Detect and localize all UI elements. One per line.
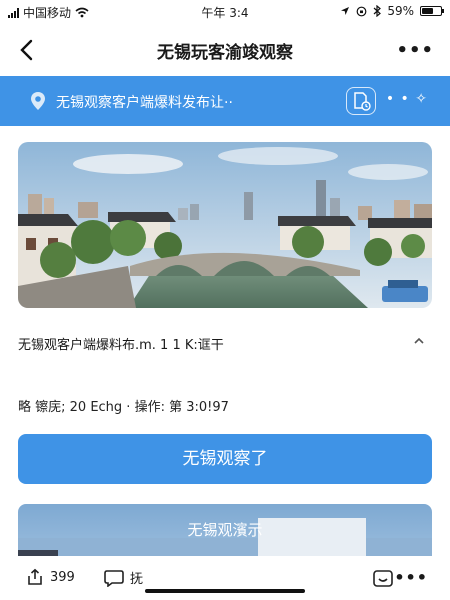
chevron-up-icon[interactable]	[412, 334, 426, 348]
announcement-banner[interactable]: 无锡观察客户端爆料发布让·· • • ✧	[0, 76, 450, 126]
bottom-more-button[interactable]: •••	[394, 568, 428, 587]
bottom-toolbar: 399 抚 •••	[0, 556, 450, 600]
home-indicator	[145, 589, 305, 593]
article-info: 无锡观客户端爆料布.m. 1 1 K:诓干	[18, 338, 224, 353]
banner-text: 无锡观察客户端爆料发布让··	[56, 95, 233, 111]
document-clock-icon	[354, 92, 371, 111]
share-icon	[28, 568, 42, 585]
status-right: 59%	[340, 4, 444, 18]
article-meta: 略 镲庑; 20 Echg · 操作: 第 3:0!97	[18, 400, 229, 415]
comment-label: 抚	[130, 572, 144, 587]
banner-action-button[interactable]	[346, 87, 376, 115]
bluetooth-icon	[373, 5, 382, 17]
status-bar: 中国移动 午年 3:4 59%	[0, 0, 450, 24]
share-button[interactable]: 399	[26, 568, 75, 586]
comment-icon	[104, 569, 124, 587]
share-count: 399	[50, 569, 75, 585]
location-pin-icon	[31, 92, 45, 110]
battery-icon	[420, 6, 444, 16]
location-arrow-icon	[341, 7, 350, 15]
nav-bar: 无锡玩客渝竣观察 •••	[0, 28, 450, 72]
page-title: 无锡玩客渝竣观察	[157, 43, 293, 63]
rotation-lock-icon	[356, 6, 367, 16]
preview-card[interactable]: 无锡观濱示	[18, 504, 432, 564]
canal-bridge-image	[18, 142, 432, 308]
preview-title: 无锡观濱示	[187, 521, 263, 539]
message-box-icon[interactable]	[372, 569, 394, 589]
comment-button[interactable]: 抚	[104, 568, 143, 587]
battery-percent: 59%	[387, 4, 414, 18]
banner-more-icon[interactable]: • • ✧	[386, 91, 428, 107]
more-button[interactable]: •••	[396, 40, 434, 61]
article-photo[interactable]	[18, 142, 432, 308]
primary-action-button[interactable]: 无锡观察了	[18, 434, 432, 484]
battery-fill	[422, 8, 433, 14]
